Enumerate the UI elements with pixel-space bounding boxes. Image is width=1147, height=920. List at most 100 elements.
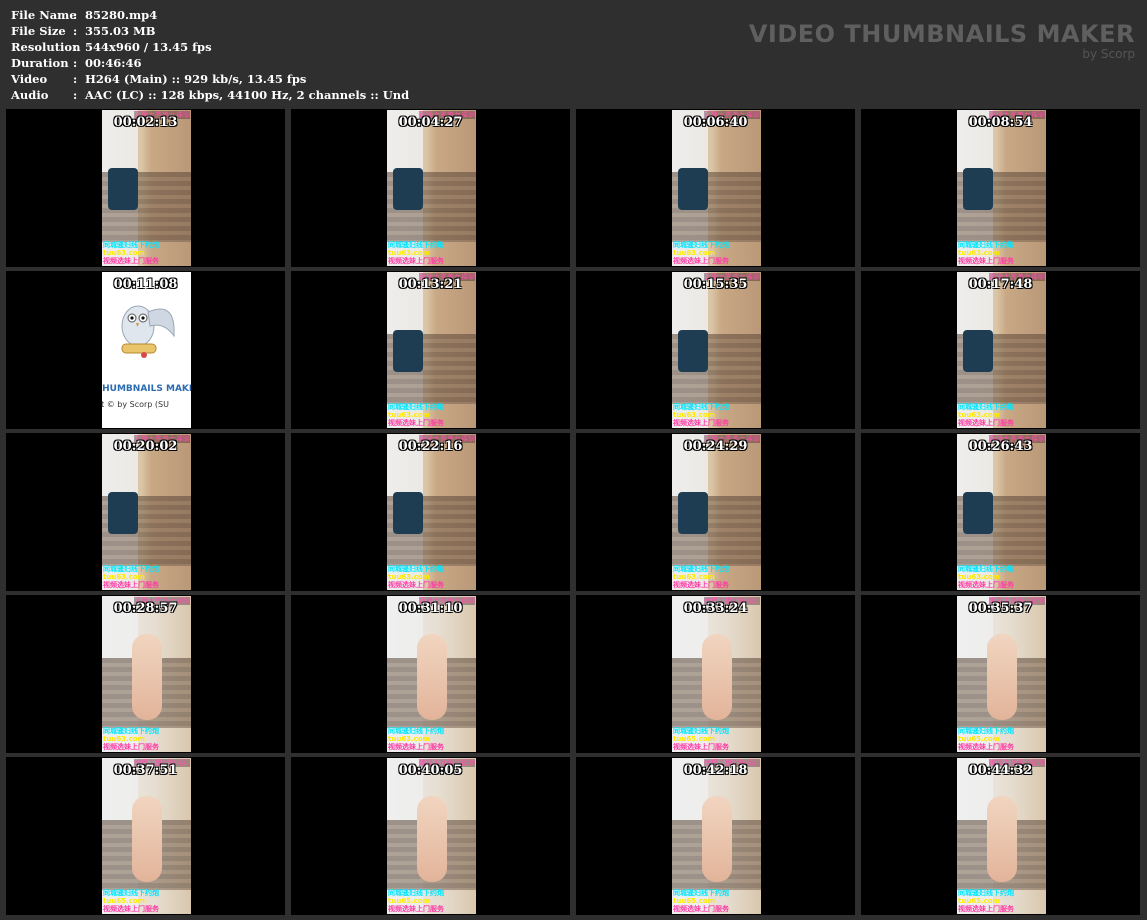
info-row: File Name:85280.mp4 [11,7,409,23]
thumbnail[interactable]: 嫩模主播街拍福利 同城骚妇线下约炮 tuu65.com 视频选妹上门服务 00:44:3… [861,757,1140,915]
thumbnail[interactable]: 直播大秀美女裸聊 同城骚妇线下约炮 tuu63.com 视频选妹上门服务 00:08:5… [861,109,1140,267]
timestamp: 00:33:24 [683,601,748,616]
video-frame: 嫩模主播街拍福利 同城骚妇线下约炮 tuu65.com 视频选妹上门服务 [102,758,191,914]
frame-bag [678,168,708,210]
overlay-line-1: 同城骚妇线下约炮 [103,889,159,897]
thumbnail[interactable]: 嫩模主播街拍福利 同城骚妇线下约炮 tuu65.com 视频选妹上门服务 00:40:0… [291,757,570,915]
overlay-line-1: 同城骚妇线下约炮 [388,403,444,411]
frame-person [987,634,1017,720]
timestamp: 00:44:32 [968,763,1033,778]
overlay-line-1: 同城骚妇线下约炮 [673,727,729,735]
info-value: 355.03 MB [85,24,156,38]
info-key: Resolution [11,40,81,54]
video-frame: 直播大秀美女裸聊 同城骚妇线下约炮 tuu63.com 视频选妹上门服务 [387,272,476,428]
overlay-line-1: 同城骚妇线下约炮 [673,565,729,573]
timestamp: 00:40:05 [398,763,463,778]
thumbnail[interactable]: 直播大秀美女裸聊 同城骚妇线下约炮 tuu63.com 视频选妹上门服务 00:15:3… [576,271,855,429]
video-frame: 直播大秀美女裸聊 同城骚妇线下约炮 tuu63.com 视频选妹上门服务 [672,434,761,590]
frame-bag [393,492,423,534]
overlay-site: tuu65.com [388,897,430,905]
overlay-line-1: 同城骚妇线下约炮 [958,403,1014,411]
thumbnail[interactable]: 直播大秀美女裸聊 同城骚妇线下约炮 tuu63.com 视频选妹上门服务 00:02:1… [6,109,285,267]
splash-image: THUMBNAILS MAKER 8 nt © by Scorp (SU [102,272,191,428]
overlay-site: tuu63.com [958,249,1000,257]
thumbnail[interactable]: 嫩模主播街拍福利 同城骚妇线下约炮 tuu65.com 视频选妹上门服务 00:35:3… [861,595,1140,753]
info-value: 00:46:46 [85,56,142,70]
timestamp: 00:42:18 [683,763,748,778]
frame-bag [108,168,138,210]
timestamp: 00:06:40 [683,115,748,130]
splash-title: THUMBNAILS MAKER 8 [102,384,191,394]
video-frame: 嫩模主播街拍福利 同城骚妇线下约炮 tuu65.com 视频选妹上门服务 [672,596,761,752]
overlay-line-3: 视频选妹上门服务 [673,743,729,751]
timestamp: 00:26:43 [968,439,1033,454]
overlay-line-1: 同城骚妇线下约炮 [958,889,1014,897]
overlay-site: tuu65.com [958,735,1000,743]
info-separator: : [73,88,78,102]
info-row: Resolution:544x960 / 13.45 fps [11,39,409,55]
frame-bag [963,492,993,534]
timestamp: 00:37:51 [113,763,178,778]
video-frame: 直播大秀美女裸聊 同城骚妇线下约炮 tuu63.com 视频选妹上门服务 [387,596,476,752]
thumbnail[interactable]: THUMBNAILS MAKER 8 nt © by Scorp (SU 00:11… [6,271,285,429]
info-row: Audio: AAC (LC) :: 128 kbps, 44100 Hz, 2 … [11,87,409,103]
overlay-line-1: 同城骚妇线下约炮 [103,241,159,249]
overlay-line-1: 同城骚妇线下约炮 [103,727,159,735]
timestamp: 00:08:54 [968,115,1033,130]
overlay-line-3: 视频选妹上门服务 [103,257,159,265]
thumbnail[interactable]: 直播大秀美女裸聊 同城骚妇线下约炮 tuu63.com 视频选妹上门服务 00:17:4… [861,271,1140,429]
file-info-panel: File Name:85280.mp4 File Size:355.03 MB Re… [11,7,409,103]
info-separator: : [73,24,78,38]
frame-bag [963,168,993,210]
timestamp: 00:24:29 [683,439,748,454]
video-frame: 嫩模主播街拍福利 同城骚妇线下约炮 tuu65.com 视频选妹上门服务 [957,758,1046,914]
thumbnail[interactable]: 直播大秀美女裸聊 同城骚妇线下约炮 tuu63.com 视频选妹上门服务 00:26:4… [861,433,1140,591]
thumbnail[interactable]: 直播大秀美女裸聊 同城骚妇线下约炮 tuu63.com 视频选妹上门服务 00:22:1… [291,433,570,591]
video-frame: 嫩模主播街拍福利 同城骚妇线下约炮 tuu65.com 视频选妹上门服务 [387,758,476,914]
overlay-site: tuu63.com [958,411,1000,419]
owl-logo-icon [121,305,175,358]
info-key: Video [11,72,48,86]
thumbnail-grid: 直播大秀美女裸聊 同城骚妇线下约炮 tuu63.com 视频选妹上门服务 00:02:1… [6,109,1140,915]
timestamp: 00:20:02 [113,439,178,454]
video-frame: 直播大秀美女裸聊 同城骚妇线下约炮 tuu63.com 视频选妹上门服务 [672,272,761,428]
info-value: 544x960 / 13.45 fps [85,40,212,54]
frame-person [987,796,1017,882]
frame-person [417,634,447,720]
brand-watermark: VIDEO THUMBNAILS MAKER by Scorp [749,20,1135,60]
splash-copyright: nt © by Scorp (SU [102,400,169,409]
thumbnail[interactable]: 直播大秀美女裸聊 同城骚妇线下约炮 tuu63.com 视频选妹上门服务 00:13:2… [291,271,570,429]
thumbnail[interactable]: 嫩模主播街拍福利 同城骚妇线下约炮 tuu65.com 视频选妹上门服务 00:42:1… [576,757,855,915]
thumbnail[interactable]: 嫩模主播街拍福利 同城骚妇线下约炮 tuu65.com 视频选妹上门服务 00:37:5… [6,757,285,915]
video-frame: 直播大秀美女裸聊 同城骚妇线下约炮 tuu63.com 视频选妹上门服务 [672,110,761,266]
overlay-line-3: 视频选妹上门服务 [388,905,444,913]
overlay-site: tuu63.com [388,249,430,257]
thumbnail[interactable]: 直播大秀美女裸聊 同城骚妇线下约炮 tuu63.com 视频选妹上门服务 00:20:0… [6,433,285,591]
frame-bag [108,492,138,534]
overlay-site: tuu65.com [958,897,1000,905]
thumbnail[interactable]: 嫩模主播街拍福利 同城骚妇线下约炮 tuu65.com 视频选妹上门服务 00:33:2… [576,595,855,753]
overlay-line-3: 视频选妹上门服务 [673,419,729,427]
thumbnail[interactable]: 直播大秀美女裸聊 同城骚妇线下约炮 tuu63.com 视频选妹上门服务 00:04:2… [291,109,570,267]
timestamp: 00:11:08 [113,277,178,292]
overlay-line-3: 视频选妹上门服务 [103,581,159,589]
overlay-line-1: 同城骚妇线下约炮 [673,403,729,411]
thumbnail[interactable]: 直播大秀美女裸聊 同城骚妇线下约炮 tuu63.com 视频选妹上门服务 00:31:1… [291,595,570,753]
info-row: Duration:00:46:46 [11,55,409,71]
info-row: Video: H264 (Main) :: 929 kb/s, 13.45 fps [11,71,409,87]
thumbnail[interactable]: 直播大秀美女裸聊 同城骚妇线下约炮 tuu63.com 视频选妹上门服务 00:28:5… [6,595,285,753]
overlay-line-3: 视频选妹上门服务 [958,419,1014,427]
overlay-line-1: 同城骚妇线下约炮 [673,241,729,249]
thumbnail[interactable]: 直播大秀美女裸聊 同城骚妇线下约炮 tuu63.com 视频选妹上门服务 00:06:4… [576,109,855,267]
info-separator: : [73,72,78,86]
info-row: File Size:355.03 MB [11,23,409,39]
overlay-line-3: 视频选妹上门服务 [958,905,1014,913]
overlay-site: tuu65.com [673,897,715,905]
brand-title: VIDEO THUMBNAILS MAKER [748,20,1135,48]
overlay-line-1: 同城骚妇线下约炮 [388,889,444,897]
overlay-line-3: 视频选妹上门服务 [673,905,729,913]
info-separator: : [73,56,78,70]
thumbnail[interactable]: 直播大秀美女裸聊 同城骚妇线下约炮 tuu63.com 视频选妹上门服务 00:24:2… [576,433,855,591]
overlay-site: tuu63.com [103,249,145,257]
timestamp: 00:15:35 [683,277,748,292]
